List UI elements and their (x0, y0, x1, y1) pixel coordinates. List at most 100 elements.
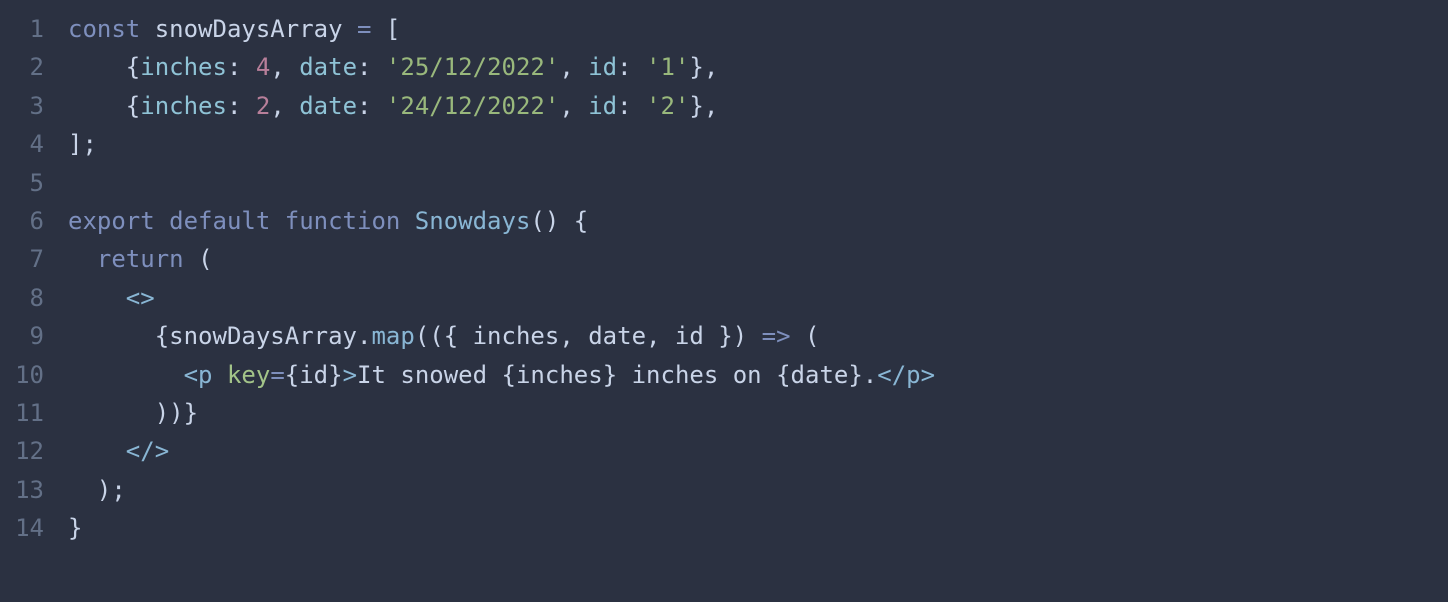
code-token: : (227, 92, 256, 120)
line-number: 1 (0, 10, 58, 48)
code-token: } (68, 514, 82, 542)
code-token: < (184, 361, 198, 389)
code-token: , (270, 53, 299, 81)
code-token: } (848, 361, 862, 389)
code-token: , (270, 92, 299, 120)
code-token: id (299, 361, 328, 389)
code-token: snowDaysArray (169, 322, 357, 350)
code-line[interactable]: <p key={id}>It snowed {inches} inches on… (68, 356, 935, 394)
code-token: = (270, 361, 284, 389)
code-token: . (863, 361, 877, 389)
code-token: { (68, 92, 140, 120)
code-token: : (227, 53, 256, 81)
code-token: => (762, 322, 791, 350)
code-token: date (299, 92, 357, 120)
code-token: ))} (68, 399, 198, 427)
code-token: inches on (617, 361, 776, 389)
code-token: inches (140, 92, 227, 120)
code-token: id (675, 322, 704, 350)
code-token: '2' (646, 92, 689, 120)
code-token: function (285, 207, 415, 235)
code-token: Snowdays (415, 207, 531, 235)
code-token: , (559, 53, 588, 81)
code-token: : (617, 53, 646, 81)
code-token: p (198, 361, 227, 389)
code-token: date (791, 361, 849, 389)
code-line[interactable]: return ( (68, 240, 935, 278)
code-token: : (357, 92, 386, 120)
code-line[interactable]: </> (68, 432, 935, 470)
code-token: inches (140, 53, 227, 81)
code-token: { (502, 361, 516, 389)
code-token: 2 (256, 92, 270, 120)
line-number: 5 (0, 164, 58, 202)
code-token: inches (516, 361, 603, 389)
code-token: ( (791, 322, 820, 350)
code-line[interactable]: {inches: 2, date: '24/12/2022', id: '2'}… (68, 87, 935, 125)
code-token: 4 (256, 53, 270, 81)
code-token: export default (68, 207, 285, 235)
code-token: [ (386, 15, 400, 43)
line-number: 6 (0, 202, 58, 240)
code-token: { (68, 53, 140, 81)
code-line[interactable]: } (68, 509, 935, 547)
code-token: </ (877, 361, 906, 389)
code-token: { (68, 322, 169, 350)
code-line[interactable]: {inches: 4, date: '25/12/2022', id: '1'}… (68, 48, 935, 86)
code-token: } (328, 361, 342, 389)
code-token: date (299, 53, 357, 81)
line-number: 8 (0, 279, 58, 317)
code-token: , (559, 92, 588, 120)
code-token: date (588, 322, 646, 350)
code-token: key (227, 361, 270, 389)
code-token: > (343, 361, 357, 389)
line-number: 4 (0, 125, 58, 163)
code-token (68, 361, 184, 389)
line-number: 12 (0, 432, 58, 470)
code-token: '24/12/2022' (386, 92, 559, 120)
code-token: map (371, 322, 414, 350)
line-number: 2 (0, 48, 58, 86)
line-number: 9 (0, 317, 58, 355)
code-line[interactable] (68, 164, 935, 202)
code-token: : (617, 92, 646, 120)
code-token: const (68, 15, 155, 43)
code-token: p (906, 361, 920, 389)
code-line[interactable]: const snowDaysArray = [ (68, 10, 935, 48)
code-token: }, (689, 92, 718, 120)
code-token (68, 245, 97, 273)
code-token: inches (473, 322, 560, 350)
code-token: ( (198, 245, 212, 273)
line-number: 14 (0, 509, 58, 547)
code-token: () { (530, 207, 588, 235)
code-token: { (285, 361, 299, 389)
code-token: </> (68, 437, 169, 465)
code-editor-content[interactable]: const snowDaysArray = [ {inches: 4, date… (58, 0, 935, 602)
code-line[interactable]: ]; (68, 125, 935, 163)
code-line[interactable]: <> (68, 279, 935, 317)
code-token: = (357, 15, 386, 43)
code-token: id (588, 53, 617, 81)
code-line[interactable]: ))} (68, 394, 935, 432)
code-line[interactable]: {snowDaysArray.map(({ inches, date, id }… (68, 317, 935, 355)
line-number: 7 (0, 240, 58, 278)
code-token: }) (704, 322, 762, 350)
code-token: > (921, 361, 935, 389)
code-line[interactable]: export default function Snowdays() { (68, 202, 935, 240)
code-token: } (603, 361, 617, 389)
code-token: ); (68, 476, 126, 504)
code-line[interactable]: ); (68, 471, 935, 509)
code-token: : (357, 53, 386, 81)
line-number: 3 (0, 87, 58, 125)
code-token: (({ (415, 322, 473, 350)
code-token: It snowed (357, 361, 502, 389)
code-token: , (646, 322, 675, 350)
code-token: return (97, 245, 198, 273)
code-token: , (559, 322, 588, 350)
code-token: }, (689, 53, 718, 81)
line-number-gutter: 1234567891011121314 (0, 0, 58, 602)
code-token: <> (68, 284, 155, 312)
code-token: ]; (68, 130, 97, 158)
code-token: . (357, 322, 371, 350)
line-number: 10 (0, 356, 58, 394)
